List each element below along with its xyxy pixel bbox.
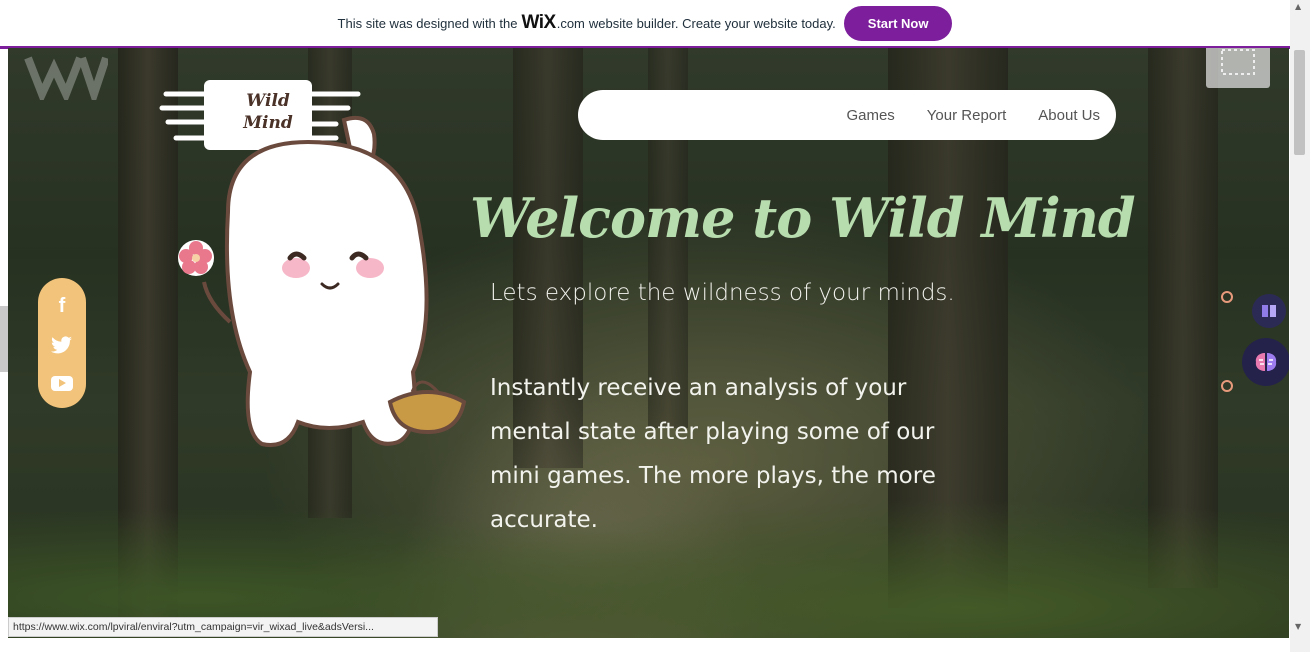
page-bottom-gap [0, 638, 1290, 652]
nav-item-about-us[interactable]: About Us [1038, 107, 1100, 124]
scroll-down-icon[interactable]: ▼ [1295, 622, 1301, 631]
section-nav-dot[interactable] [1221, 380, 1233, 392]
wix-promo-banner: This site was designed with the WiX .com … [0, 0, 1290, 49]
section-nav-dot[interactable] [1221, 291, 1233, 303]
main-nav: Games Your Report About Us [578, 90, 1116, 140]
wix-banner-text-before: This site was designed with the [337, 15, 518, 31]
corner-widget[interactable] [1206, 48, 1270, 88]
mascot-sign-text: Wild Mind [238, 90, 298, 134]
nav-item-your-report[interactable]: Your Report [927, 107, 1007, 124]
dotted-square-icon [1221, 49, 1255, 75]
youtube-icon[interactable] [51, 376, 73, 391]
book-icon [1262, 305, 1276, 317]
hero-body: Instantly receive an analysis of your me… [490, 375, 936, 533]
wix-logo-suffix: .com [556, 15, 585, 31]
bunny-mascot-icon [159, 80, 467, 447]
status-bar-url: https://www.wix.com/lpviral/enviral?utm_… [8, 617, 438, 637]
vertical-scrollbar[interactable]: ▲ ▼ [1290, 0, 1310, 652]
book-button[interactable] [1252, 294, 1286, 328]
left-edge-tab [0, 306, 8, 372]
hero-title: Welcome to Wild Mind [470, 186, 1136, 250]
start-now-button[interactable]: Start Now [843, 5, 953, 41]
hero-subtitle: Lets explore the wildness of your minds. [490, 280, 955, 306]
facebook-icon[interactable]: f [59, 295, 66, 318]
mascot-illustration: Wild Mind [158, 72, 468, 462]
watermark-icon [24, 56, 110, 107]
scroll-up-icon[interactable]: ▲ [1295, 2, 1301, 11]
twitter-icon[interactable] [51, 336, 73, 358]
mascot-sign-line-1: Wild [246, 91, 290, 111]
scrollbar-thumb[interactable] [1294, 50, 1305, 155]
nav-item-games[interactable]: Games [846, 107, 894, 124]
wix-banner-text: This site was designed with the WiX .com … [338, 12, 836, 34]
brain-button[interactable] [1242, 338, 1289, 386]
site-logo-watermark [24, 50, 110, 107]
wix-banner-text-after: website builder. Create your website tod… [588, 15, 836, 31]
brain-icon [1255, 353, 1277, 371]
wix-logo[interactable]: WiX [521, 12, 556, 34]
hero-section: Wild Mind Games Your Report About Us Wel… [8, 48, 1289, 638]
social-bar: f [38, 278, 86, 408]
mascot-sign-line-2: Mind [243, 113, 293, 133]
